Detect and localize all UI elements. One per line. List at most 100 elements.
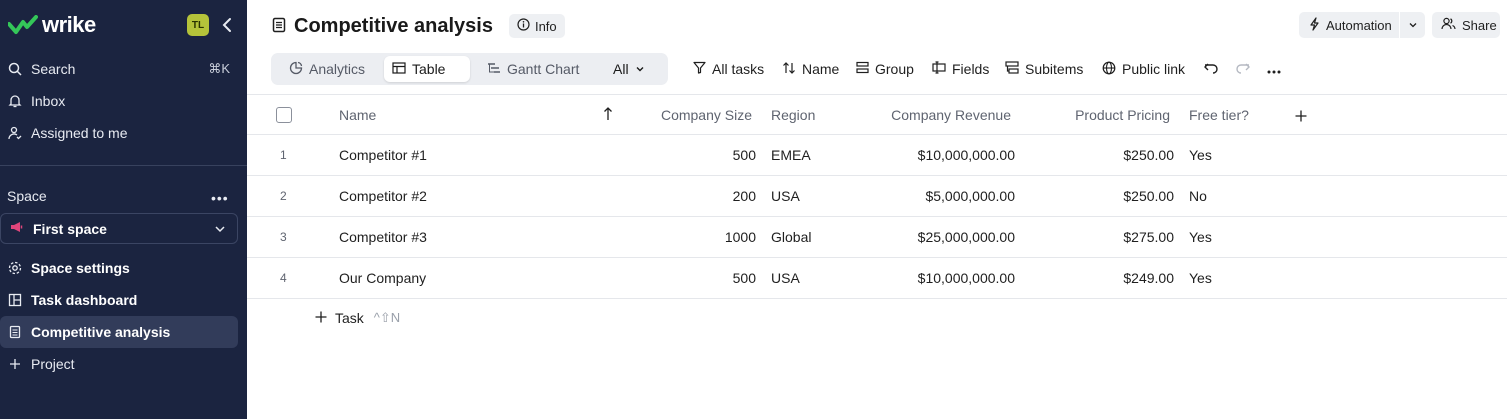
tool-label: Name (802, 61, 840, 77)
cell-region[interactable]: EMEA (771, 147, 811, 163)
automation-button[interactable]: Automation (1299, 12, 1425, 38)
select-all-checkbox[interactable] (276, 107, 292, 123)
cell-product-pricing[interactable]: $250.00 (1037, 147, 1174, 163)
table-doc-icon (8, 325, 22, 339)
cell-name[interactable]: Our Company (339, 270, 426, 286)
cell-name[interactable]: Competitor #3 (339, 229, 427, 245)
sort-icon (782, 61, 796, 78)
space-selector[interactable]: First space (0, 213, 238, 244)
redo-icon (1235, 61, 1251, 78)
column-header-free-tier[interactable]: Free tier? (1189, 107, 1249, 123)
automation-dropdown[interactable] (1400, 20, 1425, 30)
sidebar-item-project[interactable]: Project (0, 348, 247, 380)
redo-button[interactable] (1235, 58, 1251, 80)
megaphone-icon (10, 220, 24, 237)
filter-all-tasks-button[interactable]: All tasks (693, 58, 764, 80)
row-number: 1 (280, 148, 287, 162)
lightning-icon (1309, 16, 1320, 34)
cell-company-size[interactable]: 500 (640, 270, 756, 286)
tab-label: Analytics (309, 61, 366, 77)
cell-product-pricing[interactable]: $249.00 (1037, 270, 1174, 286)
table-row[interactable]: 3 Competitor #3 1000 Global $25,000,000.… (247, 217, 1507, 258)
table-header: Name Company Size Region Company Revenue… (247, 94, 1507, 135)
user-check-icon (8, 126, 22, 140)
cell-company-size[interactable]: 1000 (640, 229, 756, 245)
column-header-product-pricing[interactable]: Product Pricing (1037, 107, 1170, 123)
space-name: First space (33, 220, 107, 237)
info-icon (517, 18, 530, 34)
tab-label: Table (412, 61, 446, 77)
cell-company-size[interactable]: 200 (640, 188, 756, 204)
tab-gantt-chart[interactable]: Gantt Chart (479, 56, 587, 82)
assigned-label: Assigned to me (31, 125, 128, 141)
add-task-label: Task (335, 310, 364, 326)
page-title: Competitive analysis (294, 14, 493, 37)
cell-company-revenue[interactable]: $10,000,000.00 (867, 270, 1015, 286)
table-row[interactable]: 2 Competitor #2 200 USA $5,000,000.00 $2… (247, 176, 1507, 217)
group-icon (856, 61, 869, 77)
cell-product-pricing[interactable]: $275.00 (1037, 229, 1174, 245)
info-button[interactable]: Info (508, 14, 565, 38)
tab-analytics[interactable]: Analytics (281, 56, 373, 82)
public-link-button[interactable]: Public link (1102, 58, 1185, 80)
cell-name[interactable]: Competitor #2 (339, 188, 427, 204)
search-nav[interactable]: Search ⌘K (0, 53, 247, 85)
row-number: 2 (280, 189, 287, 203)
sort-arrow-up-icon[interactable] (603, 106, 613, 124)
column-header-region[interactable]: Region (771, 107, 815, 123)
sidebar-item-space-settings[interactable]: Space settings (0, 252, 247, 284)
cell-region[interactable]: USA (771, 188, 800, 204)
sidebar-item-label: Task dashboard (31, 292, 138, 308)
column-header-company-size[interactable]: Company Size (640, 107, 752, 123)
tab-table[interactable]: Table (384, 56, 470, 82)
avatar[interactable]: TL (187, 14, 209, 36)
main-panel: Competitive analysis Info Automation Sha… (247, 0, 1507, 419)
collapse-sidebar-button[interactable] (219, 15, 235, 35)
add-column-plus-icon[interactable] (1295, 109, 1307, 125)
cell-company-revenue[interactable]: $25,000,000.00 (867, 229, 1015, 245)
automation-main[interactable]: Automation (1299, 16, 1399, 34)
column-header-name[interactable]: Name (339, 107, 376, 123)
cell-company-revenue[interactable]: $10,000,000.00 (867, 147, 1015, 163)
users-icon (1441, 17, 1456, 33)
cell-region[interactable]: Global (771, 229, 811, 245)
dashboard-icon (8, 293, 22, 307)
table-row[interactable]: 1 Competitor #1 500 EMEA $10,000,000.00 … (247, 135, 1507, 176)
sidebar-item-competitive-analysis[interactable]: Competitive analysis (0, 316, 238, 348)
cell-company-size[interactable]: 500 (640, 147, 756, 163)
cell-free-tier[interactable]: No (1189, 188, 1207, 204)
plus-icon (315, 310, 327, 326)
share-button[interactable]: Share (1432, 12, 1500, 38)
fields-icon (932, 61, 946, 77)
undo-button[interactable] (1203, 58, 1219, 80)
table-row[interactable]: 4 Our Company 500 USA $10,000,000.00 $24… (247, 258, 1507, 299)
assigned-nav[interactable]: Assigned to me (0, 117, 247, 149)
fields-button[interactable]: Fields (932, 58, 989, 80)
globe-icon (1102, 61, 1116, 78)
sidebar-item-task-dashboard[interactable]: Task dashboard (0, 284, 247, 316)
sort-button[interactable]: Name (782, 58, 839, 80)
table-doc-icon (272, 17, 286, 36)
subitems-button[interactable]: Subitems (1005, 58, 1083, 80)
add-task-button[interactable]: Task ^⇧N (315, 310, 400, 326)
cell-name[interactable]: Competitor #1 (339, 147, 427, 163)
row-number: 4 (280, 271, 287, 285)
cell-free-tier[interactable]: Yes (1189, 147, 1212, 163)
tool-label: Subitems (1025, 61, 1084, 77)
column-header-company-revenue[interactable]: Company Revenue (867, 107, 1011, 123)
cell-region[interactable]: USA (771, 270, 800, 286)
wrike-logo[interactable]: wrike (8, 12, 96, 38)
space-menu-button[interactable]: ••• (211, 190, 229, 206)
more-options-button[interactable] (1267, 58, 1281, 80)
filter-icon (693, 61, 706, 77)
cell-product-pricing[interactable]: $250.00 (1037, 188, 1174, 204)
group-button[interactable]: Group (856, 58, 914, 80)
sidebar-divider (0, 165, 247, 166)
tab-all-dropdown[interactable]: All (605, 56, 653, 82)
inbox-nav[interactable]: Inbox (0, 85, 247, 117)
cell-free-tier[interactable]: Yes (1189, 270, 1212, 286)
plus-icon (8, 357, 22, 371)
tool-label: Group (875, 61, 914, 77)
cell-free-tier[interactable]: Yes (1189, 229, 1212, 245)
cell-company-revenue[interactable]: $5,000,000.00 (867, 188, 1015, 204)
